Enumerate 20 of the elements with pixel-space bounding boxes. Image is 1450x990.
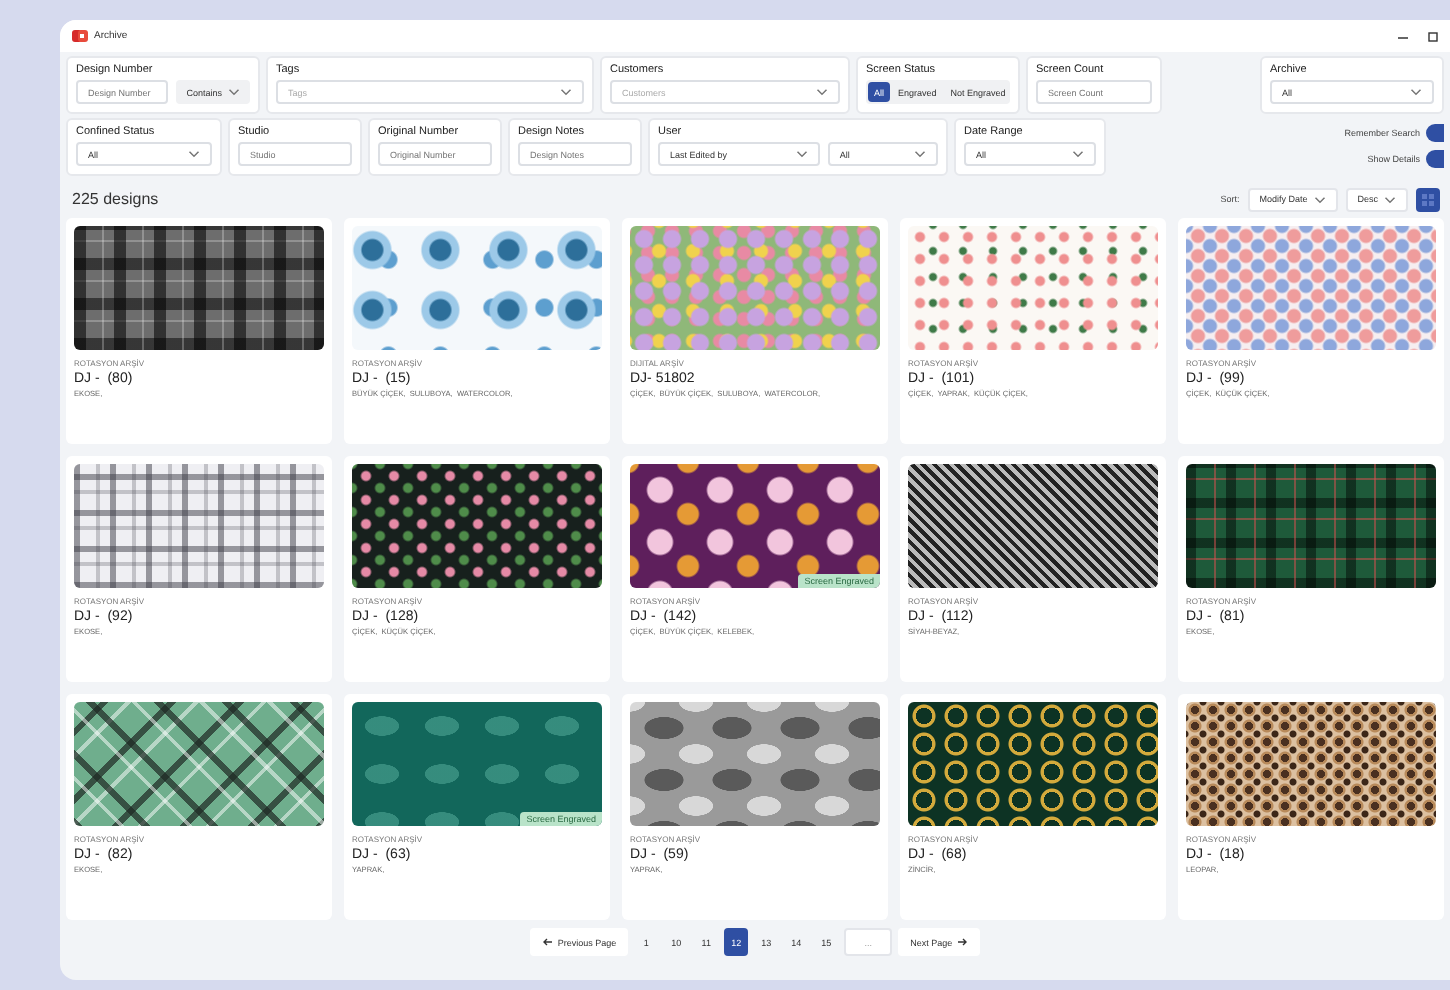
toggle-switch[interactable] xyxy=(1426,150,1444,168)
result-count: 225 designs xyxy=(72,190,159,208)
chevron-down-icon xyxy=(1410,88,1422,96)
chevron-down-icon xyxy=(560,88,572,96)
chevron-down-icon xyxy=(816,88,828,96)
grid-view-button[interactable] xyxy=(1416,187,1440,211)
chevron-down-icon xyxy=(228,88,240,96)
chevron-down-icon xyxy=(188,150,200,158)
arrow-right-icon xyxy=(958,938,969,946)
chevron-down-icon xyxy=(795,150,808,158)
grid-icon xyxy=(1422,193,1434,205)
chevron-down-icon xyxy=(1384,195,1396,203)
maximize-icon[interactable] xyxy=(1428,31,1438,41)
logo-icon xyxy=(72,30,88,42)
chevron-down-icon xyxy=(1313,195,1326,203)
chevron-down-icon xyxy=(914,150,926,158)
chevron-down-icon xyxy=(1072,150,1084,158)
minimize-icon[interactable] xyxy=(1398,31,1408,41)
toggle-switch[interactable] xyxy=(1426,124,1444,142)
arrow-left-icon xyxy=(541,938,552,946)
